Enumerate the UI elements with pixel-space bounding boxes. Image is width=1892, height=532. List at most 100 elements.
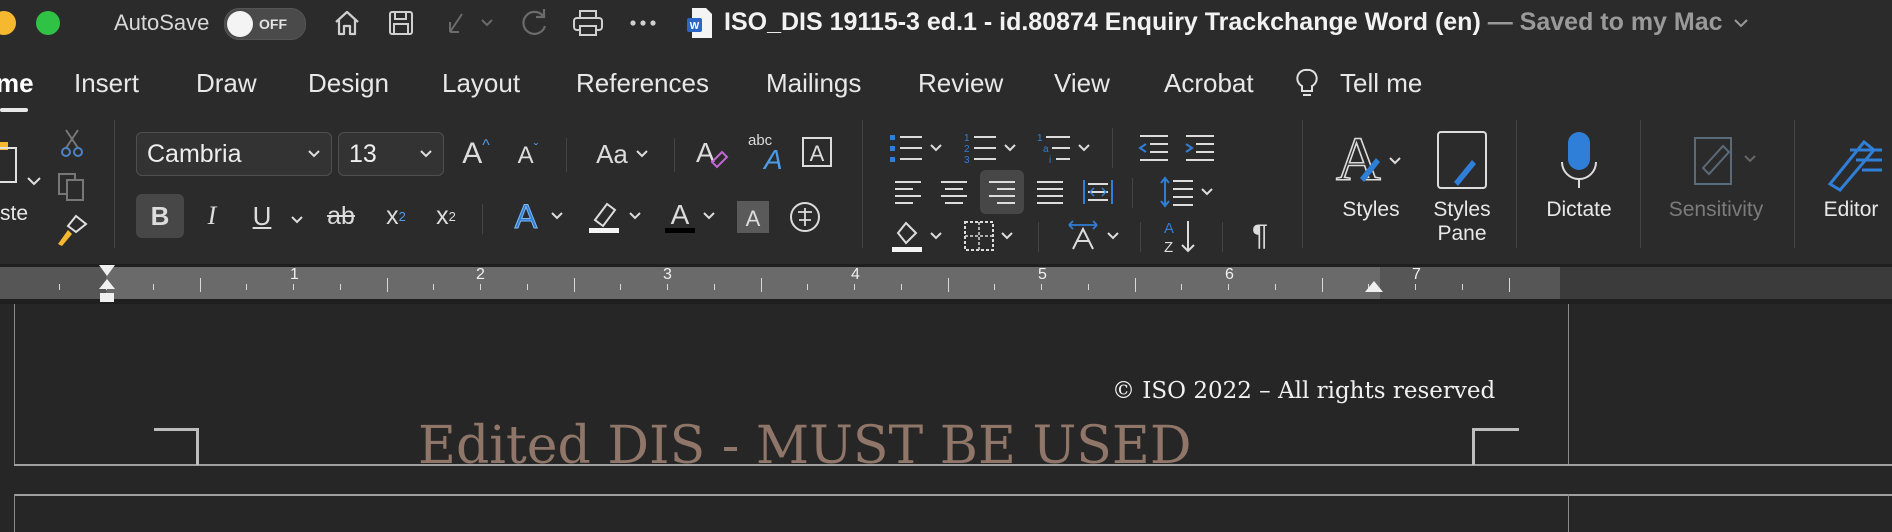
font-size-value: 13 — [349, 139, 377, 168]
document-title[interactable]: ISO_DIS 19115-3 ed.1 - id.80874 Enquiry … — [724, 8, 1750, 37]
autosave-toggle[interactable]: OFF — [224, 8, 306, 40]
tell-me-search[interactable]: Tell me — [1340, 68, 1422, 99]
tab-acrobat[interactable]: Acrobat — [1164, 68, 1254, 99]
subscript-button[interactable]: x2 — [378, 194, 414, 238]
ruler-tick — [1181, 284, 1183, 290]
multilevel-list-icon[interactable]: 1ai — [1032, 128, 1096, 168]
bold-button[interactable]: B — [136, 194, 184, 238]
group-separator — [566, 138, 567, 172]
character-border-icon[interactable]: A — [800, 134, 834, 170]
chevron-down-icon[interactable] — [288, 210, 306, 230]
increase-indent-icon[interactable] — [1180, 128, 1218, 168]
decrease-indent-icon[interactable] — [1134, 128, 1172, 168]
more-icon[interactable] — [626, 4, 660, 42]
line-spacing-icon[interactable] — [1156, 170, 1218, 214]
font-size-select[interactable]: 13 — [338, 132, 444, 176]
save-icon[interactable] — [382, 4, 420, 42]
tab-layout[interactable]: Layout — [442, 68, 520, 99]
paste-icon[interactable] — [0, 140, 44, 195]
styles-button[interactable]: A Styles — [1326, 125, 1416, 222]
font-name-value: Cambria — [147, 139, 242, 168]
borders-icon[interactable] — [958, 214, 1020, 258]
chevron-down-icon — [636, 150, 648, 158]
sensitivity-label: Sensitivity — [1668, 198, 1764, 221]
clear-formatting-icon[interactable]: A — [692, 132, 732, 176]
tab-home[interactable]: me — [0, 68, 34, 99]
ruler-tick — [1134, 278, 1136, 292]
show-formatting-marks-icon[interactable]: ¶ — [1242, 214, 1278, 258]
horizontal-ruler[interactable]: 1 2 3 4 5 6 7 — [0, 264, 1892, 304]
align-left-icon[interactable] — [888, 172, 928, 212]
page-edge-left — [14, 304, 15, 464]
footer-copyright: © ISO 2022 – All rights reserved — [1112, 378, 1496, 404]
styles-pane-icon — [1437, 131, 1487, 189]
italic-button[interactable]: I — [194, 194, 230, 238]
text-effects-icon[interactable]: A — [506, 196, 568, 236]
bullets-icon[interactable] — [884, 128, 948, 168]
font-name-select[interactable]: Cambria — [136, 132, 332, 176]
character-shading-icon[interactable]: A — [736, 200, 770, 234]
ruler-tick — [152, 284, 154, 290]
change-case-button[interactable]: Aa — [588, 134, 658, 174]
align-center-icon[interactable] — [934, 172, 974, 212]
ruler-tick — [59, 284, 61, 290]
tab-view[interactable]: View — [1054, 68, 1110, 99]
tab-design[interactable]: Design — [308, 68, 389, 99]
numbering-icon[interactable]: 123 — [958, 128, 1022, 168]
highlight-color-icon[interactable] — [582, 196, 648, 236]
ruler-tick — [807, 284, 809, 290]
paste-label: ste — [0, 202, 29, 225]
enclose-characters-icon[interactable] — [786, 198, 824, 236]
tab-references[interactable]: References — [576, 68, 709, 99]
asian-layout-icon[interactable] — [1060, 214, 1126, 258]
editor-button[interactable]: Editor — [1810, 128, 1892, 222]
next-page-edge-left — [14, 494, 15, 532]
chevron-down-icon — [1001, 232, 1013, 240]
ruler-tick — [1321, 278, 1323, 292]
text-effects-abc-icon[interactable]: abc A — [744, 130, 788, 178]
redo-icon[interactable] — [514, 4, 554, 42]
format-painter-icon[interactable] — [54, 214, 88, 253]
group-separator — [1640, 120, 1641, 248]
ruler-right-margin — [1560, 267, 1892, 299]
next-page-edge-right — [1568, 494, 1569, 532]
zoom-window-button[interactable] — [36, 11, 60, 35]
cut-icon[interactable] — [58, 128, 86, 163]
page-edge-right — [1568, 304, 1569, 464]
next-page-top-edge — [14, 494, 1892, 496]
document-name: ISO_DIS 19115-3 ed.1 - id.80874 Enquiry … — [724, 8, 1481, 36]
align-right-icon[interactable] — [980, 170, 1024, 214]
styles-pane-button[interactable]: Styles Pane — [1420, 128, 1504, 246]
home-ribbon: ste Cambria 13 A ^ Aˇ Aa A abc A A B I U … — [0, 118, 1892, 266]
dictate-button[interactable]: Dictate — [1534, 128, 1624, 222]
tab-draw[interactable]: Draw — [196, 68, 257, 99]
sort-icon[interactable]: AZ — [1160, 214, 1200, 258]
tab-insert[interactable]: Insert — [74, 68, 139, 99]
microphone-icon — [1561, 132, 1597, 188]
ruler-number: 7 — [1412, 266, 1421, 283]
underline-button[interactable]: U — [244, 194, 280, 238]
grow-font-icon[interactable]: A ^ — [456, 132, 496, 176]
sensitivity-button[interactable]: Sensitivity — [1656, 128, 1776, 222]
distributed-icon[interactable] — [1078, 172, 1118, 212]
minimize-window-button[interactable] — [0, 11, 16, 35]
ruler-tick — [386, 278, 388, 292]
word-document-icon: W — [686, 7, 714, 39]
font-color-icon[interactable]: A — [660, 196, 720, 236]
superscript-button[interactable]: x2 — [428, 194, 464, 238]
ruler-tick — [433, 284, 435, 290]
justify-icon[interactable] — [1030, 172, 1070, 212]
right-indent-marker[interactable] — [1364, 280, 1384, 299]
copy-icon[interactable] — [56, 172, 88, 207]
shrink-font-icon[interactable]: Aˇ — [510, 136, 546, 176]
print-icon[interactable] — [567, 4, 609, 42]
tab-review[interactable]: Review — [918, 68, 1003, 99]
shading-icon[interactable] — [886, 214, 948, 258]
strikethrough-button[interactable]: ab — [320, 194, 362, 238]
ruler-tick — [1087, 284, 1089, 290]
document-canvas[interactable]: © ISO 2022 – All rights reserved Edited … — [0, 304, 1892, 532]
tab-mailings[interactable]: Mailings — [766, 68, 861, 99]
home-icon[interactable] — [328, 4, 366, 42]
chevron-down-icon[interactable] — [1732, 17, 1750, 29]
undo-icon[interactable] — [436, 4, 496, 42]
